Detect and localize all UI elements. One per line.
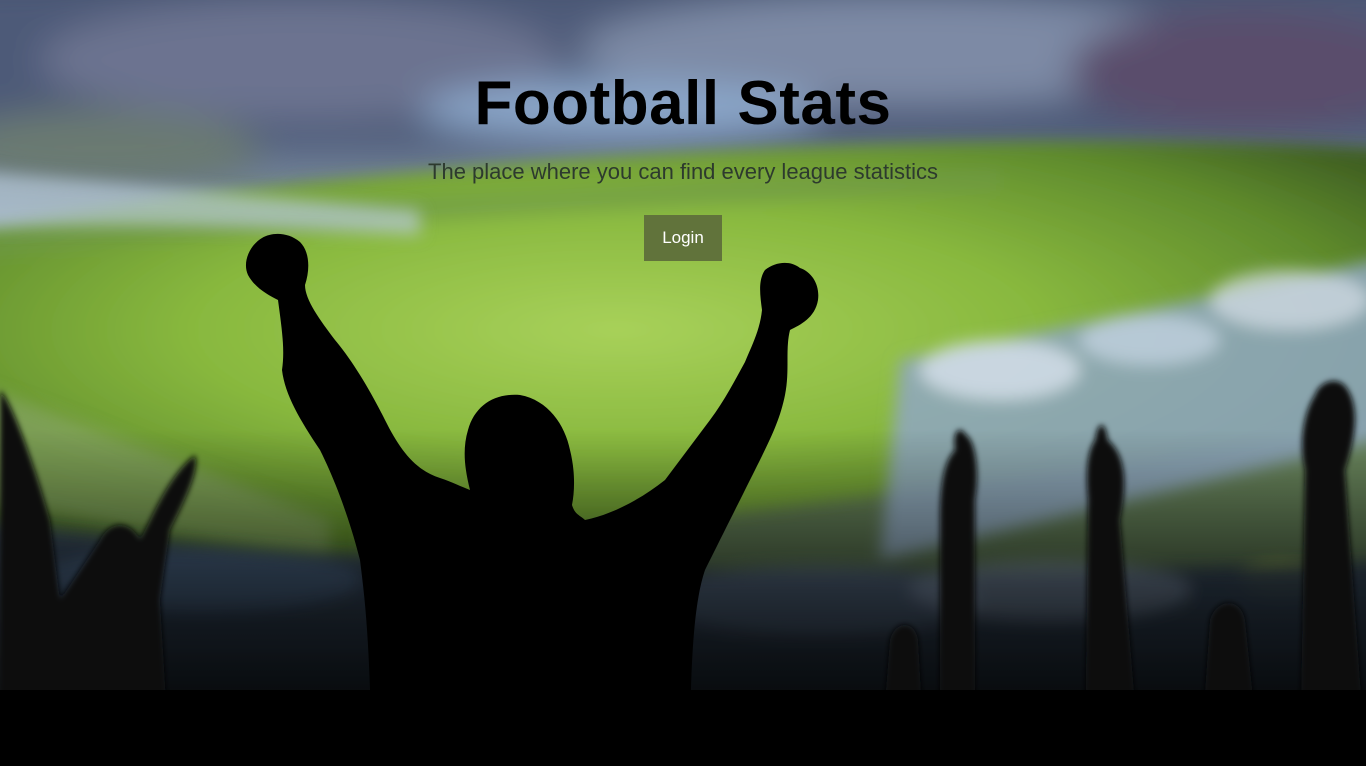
- landing-page: Football Stats The place where you can f…: [0, 0, 1366, 766]
- page-subtitle: The place where you can find every leagu…: [428, 159, 938, 184]
- login-button[interactable]: Login: [644, 215, 722, 261]
- page-title: Football Stats: [474, 69, 892, 138]
